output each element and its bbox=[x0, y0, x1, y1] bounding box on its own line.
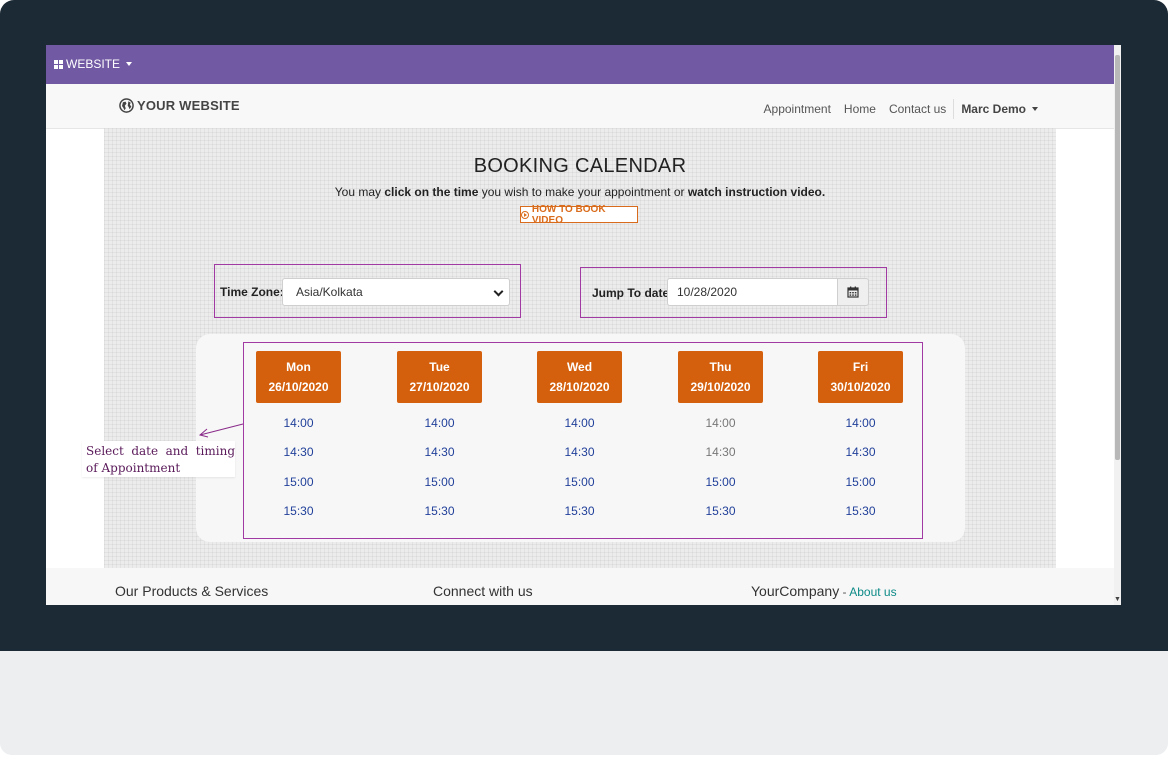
day-name: Wed bbox=[566, 360, 593, 374]
time-slot[interactable]: 14:00 bbox=[256, 416, 341, 445]
day-header[interactable]: Tue 27/10/2020 bbox=[397, 351, 482, 403]
calendar-picker-button[interactable] bbox=[837, 278, 869, 306]
instruction-text: you wish to make your appointment or bbox=[478, 185, 688, 199]
footer-company-name: YourCompany bbox=[751, 583, 840, 599]
apps-grid-icon bbox=[54, 59, 63, 69]
calendar-icon bbox=[847, 286, 859, 298]
day-column-fri: Fri 30/10/2020 14:00 14:30 15:00 15:30 bbox=[818, 351, 903, 533]
nav-menu: Appointment Home Contact us Marc Demo bbox=[751, 99, 1038, 119]
globe-icon bbox=[119, 98, 134, 113]
time-slot[interactable]: 15:00 bbox=[256, 475, 341, 504]
day-header[interactable]: Thu 29/10/2020 bbox=[678, 351, 763, 403]
day-name: Mon bbox=[286, 360, 311, 374]
caret-down-icon bbox=[126, 62, 133, 66]
day-column-thu: Thu 29/10/2020 14:00 14:30 15:00 15:30 bbox=[678, 351, 763, 533]
nav-appointment[interactable]: Appointment bbox=[764, 102, 831, 116]
scroll-down-arrow-icon[interactable]: ▼ bbox=[1114, 596, 1121, 603]
time-slot[interactable]: 15:00 bbox=[818, 475, 903, 504]
how-to-book-video-button[interactable]: HOW TO BOOK VIDEO bbox=[520, 203, 638, 226]
timezone-label: Time Zone: bbox=[220, 285, 284, 299]
timezone-value: Asia/Kolkata bbox=[296, 285, 363, 299]
time-slot[interactable]: 15:00 bbox=[537, 475, 622, 504]
nav-divider bbox=[953, 99, 955, 119]
time-slot-list: 14:00 14:30 15:00 15:30 bbox=[537, 416, 622, 533]
logo-text: YOUR WEBSITE bbox=[137, 98, 240, 113]
day-header[interactable]: Mon 26/10/2020 bbox=[256, 351, 341, 403]
time-slot-list: 14:00 14:30 15:00 15:30 bbox=[397, 416, 482, 533]
website-menu-label: WEBSITE bbox=[66, 57, 121, 71]
website-menu[interactable]: WEBSITE bbox=[54, 57, 133, 71]
page-title: BOOKING CALENDAR bbox=[473, 155, 687, 177]
day-column-mon: Mon 26/10/2020 14:00 14:30 15:00 15:30 bbox=[256, 351, 341, 533]
footer-separator: - bbox=[839, 585, 850, 599]
time-slot[interactable]: 15:30 bbox=[256, 504, 341, 533]
time-slot[interactable]: 14:30 bbox=[256, 445, 341, 474]
time-slot[interactable]: 15:00 bbox=[678, 475, 763, 504]
time-slot[interactable]: 14:00 bbox=[397, 416, 482, 445]
browser-screen: WEBSITE YOUR WEBSITE Appointment Home Co… bbox=[46, 45, 1121, 605]
instruction-text: You may bbox=[334, 185, 385, 199]
day-name: Tue bbox=[429, 360, 450, 374]
time-slot[interactable]: 15:30 bbox=[678, 504, 763, 533]
day-header[interactable]: Wed 28/10/2020 bbox=[537, 351, 622, 403]
time-slot[interactable]: 15:30 bbox=[397, 504, 482, 533]
jump-to-date-label: Jump To date: bbox=[592, 286, 674, 300]
footer-company: YourCompany - About us bbox=[751, 583, 897, 599]
annotation-callout: Select date and timing of Appointment bbox=[82, 441, 235, 477]
vertical-scrollbar[interactable]: ▼ bbox=[1114, 45, 1121, 605]
annotation-arrow bbox=[198, 423, 244, 438]
footer-products-heading: Our Products & Services bbox=[115, 583, 269, 599]
chevron-down-icon bbox=[493, 286, 504, 297]
time-slot[interactable]: 15:30 bbox=[537, 504, 622, 533]
time-slot-list: 14:00 14:30 15:00 15:30 bbox=[256, 416, 341, 533]
jump-to-date-input[interactable]: 10/28/2020 bbox=[667, 278, 837, 306]
day-date: 26/10/2020 bbox=[268, 380, 329, 394]
user-menu[interactable]: Marc Demo bbox=[961, 102, 1038, 116]
day-date: 29/10/2020 bbox=[690, 380, 751, 394]
day-date: 30/10/2020 bbox=[830, 380, 891, 394]
time-slot[interactable]: 14:00 bbox=[818, 416, 903, 445]
scrollbar-thumb[interactable] bbox=[1115, 55, 1120, 460]
time-slot[interactable]: 14:30 bbox=[537, 445, 622, 474]
nav-contact-us[interactable]: Contact us bbox=[889, 102, 946, 116]
day-name: Thu bbox=[709, 360, 732, 374]
site-footer: Our Products & Services Connect with us … bbox=[46, 568, 1114, 605]
instruction-bold-video: watch instruction video. bbox=[687, 185, 826, 199]
timezone-select[interactable]: Asia/Kolkata bbox=[282, 278, 510, 306]
booking-section: BOOKING CALENDAR You may click on the ti… bbox=[104, 128, 1056, 568]
day-column-wed: Wed 28/10/2020 14:00 14:30 15:00 15:30 bbox=[537, 351, 622, 533]
time-slot-list: 14:00 14:30 15:00 15:30 bbox=[818, 416, 903, 533]
time-slot[interactable]: 14:30 bbox=[397, 445, 482, 474]
time-slot-unavailable: 14:00 bbox=[705, 416, 736, 430]
day-date: 27/10/2020 bbox=[409, 380, 470, 394]
footer-connect-heading: Connect with us bbox=[433, 583, 533, 599]
about-us-link[interactable]: About us bbox=[849, 585, 896, 599]
time-slot-list: 14:00 14:30 15:00 15:30 bbox=[678, 416, 763, 533]
site-logo[interactable]: YOUR WEBSITE bbox=[119, 98, 240, 113]
time-slot[interactable]: 15:30 bbox=[818, 504, 903, 533]
day-name: Fri bbox=[852, 360, 869, 374]
day-column-tue: Tue 27/10/2020 14:00 14:30 15:00 15:30 bbox=[397, 351, 482, 533]
caret-down-icon bbox=[1032, 107, 1038, 111]
timezone-highlight: Time Zone: Asia/Kolkata bbox=[214, 264, 521, 318]
booking-instructions: You may click on the time you wish to ma… bbox=[104, 185, 1056, 199]
main-navbar: YOUR WEBSITE Appointment Home Contact us… bbox=[46, 84, 1114, 129]
time-slot-unavailable: 14:30 bbox=[705, 445, 736, 460]
day-header[interactable]: Fri 30/10/2020 bbox=[818, 351, 903, 403]
time-slot[interactable]: 14:00 bbox=[537, 416, 622, 445]
user-name: Marc Demo bbox=[961, 102, 1026, 116]
jump-to-date-highlight: Jump To date: 10/28/2020 bbox=[580, 267, 887, 318]
play-circle-icon bbox=[521, 210, 529, 219]
day-date: 28/10/2020 bbox=[549, 380, 610, 394]
monitor-base bbox=[0, 651, 1168, 755]
time-slot[interactable]: 14:30 bbox=[818, 445, 903, 474]
time-slot[interactable]: 15:00 bbox=[397, 475, 482, 504]
video-button-label: HOW TO BOOK VIDEO bbox=[531, 203, 606, 226]
instruction-bold-time: click on the time bbox=[384, 185, 479, 199]
nav-home[interactable]: Home bbox=[844, 102, 876, 116]
website-topbar: WEBSITE bbox=[46, 45, 1114, 84]
jump-to-date-value: 10/28/2020 bbox=[677, 285, 738, 299]
